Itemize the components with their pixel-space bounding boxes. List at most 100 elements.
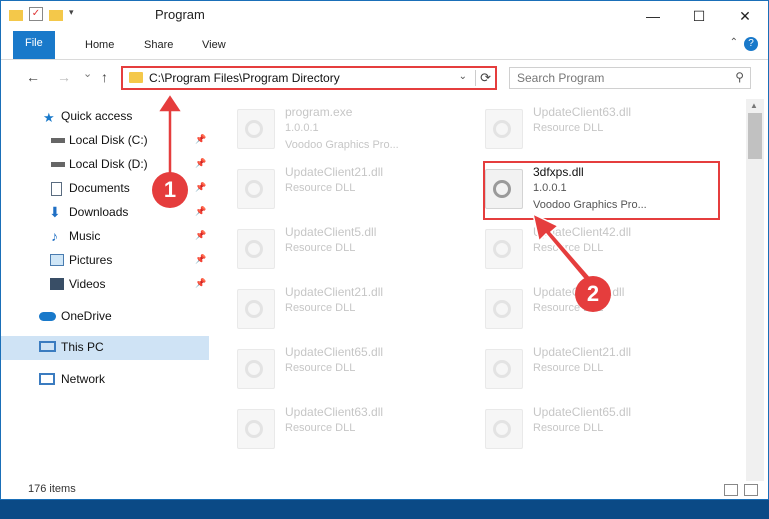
sidebar-item-label: Network [61, 372, 106, 386]
dll-file-icon [237, 409, 275, 449]
exe-file-icon [237, 109, 275, 149]
file-tile[interactable]: UpdateClient21.dll Resource DLL [219, 159, 459, 215]
sidebar-item-local-disk-c[interactable]: Local Disk (C:) 📌 [1, 129, 209, 153]
file-name: UpdateClient21.dll [533, 345, 632, 359]
documents-icon [51, 182, 62, 196]
file-tile[interactable]: UpdateClient21.dll Resource DLL [467, 339, 707, 395]
scroll-thumb[interactable] [748, 113, 762, 159]
tab-file[interactable]: File [13, 31, 55, 59]
pin-icon[interactable]: 📌 [195, 206, 206, 217]
sidebar-item-label: Documents [69, 181, 130, 195]
forward-button[interactable]: → [57, 69, 71, 85]
sidebar-item-videos[interactable]: Videos 📌 [1, 273, 209, 297]
file-type: Resource DLL [533, 422, 604, 434]
recent-locations-button[interactable]: ⌄ [83, 67, 92, 80]
address-bar[interactable]: C:\Program Files\Program Directory ⌄ ⟳ [121, 66, 497, 90]
ribbon: File Home Share View ⌃ ? [1, 31, 768, 60]
sidebar-item-pictures[interactable]: Pictures 📌 [1, 249, 209, 273]
back-button[interactable]: ← [26, 69, 40, 85]
new-folder-icon[interactable] [49, 9, 63, 21]
file-tile[interactable]: UpdateClient65.dll Resource DLL [219, 339, 459, 395]
computer-icon [39, 341, 56, 352]
sidebar-item-label: Quick access [61, 109, 133, 123]
sidebar-item-label: Videos [69, 277, 106, 291]
title-bar: ✓ ▾ Program — ☐ ✕ [1, 1, 768, 31]
sidebar-item-label: Pictures [69, 253, 113, 267]
tab-home[interactable]: Home [75, 35, 124, 55]
tab-share[interactable]: Share [134, 35, 183, 55]
file-tile[interactable]: UpdateClient5.dll Resource DLL [219, 219, 459, 275]
drive-icon [51, 138, 65, 143]
pin-icon[interactable]: 📌 [195, 254, 206, 265]
search-input[interactable]: Search Program ⚲ [509, 67, 751, 89]
up-button[interactable]: ↑ [101, 69, 108, 85]
properties-icon[interactable]: ✓ [29, 7, 43, 21]
search-icon[interactable]: ⚲ [735, 70, 744, 84]
pin-icon[interactable]: 📌 [195, 182, 206, 193]
navigation-pane: ★ Quick access Local Disk (C:) 📌 Local D… [1, 101, 209, 481]
maximize-button[interactable]: ☐ [676, 1, 722, 31]
file-tile[interactable]: UpdateClient65.dll Resource DLL [467, 399, 707, 455]
folder-icon[interactable] [9, 9, 23, 21]
vertical-scrollbar[interactable]: ▲ [746, 99, 764, 481]
sidebar-item-quick-access[interactable]: ★ Quick access [1, 105, 209, 129]
window-title: Program [155, 7, 205, 22]
pin-icon[interactable]: 📌 [195, 230, 206, 241]
file-type: Resource DLL [285, 422, 356, 434]
pin-icon[interactable]: 📌 [195, 134, 206, 145]
status-bar: 176 items [1, 481, 768, 499]
file-tile[interactable]: UpdateClient21.dll Resource DLL [219, 279, 459, 335]
file-name: UpdateClient63.dll [533, 105, 632, 119]
download-icon: ⬇ [49, 204, 61, 220]
close-button[interactable]: ✕ [722, 1, 768, 31]
dll-file-icon [485, 229, 523, 269]
dll-file-icon [485, 109, 523, 149]
expand-ribbon-icon[interactable]: ⌃ [730, 37, 738, 48]
file-publisher: Voodoo Graphics Pro... [285, 139, 399, 151]
sidebar-item-this-pc[interactable]: This PC [1, 336, 209, 360]
file-type: Resource DLL [533, 362, 604, 374]
sidebar-item-label: This PC [61, 340, 104, 354]
window-controls: — ☐ ✕ [630, 1, 768, 31]
pictures-icon [50, 254, 64, 266]
folder-icon [129, 72, 143, 83]
pin-icon[interactable]: 📌 [195, 278, 206, 289]
network-icon [39, 373, 55, 385]
file-tile[interactable]: UpdateClient63.dll Resource DLL [467, 99, 707, 155]
quick-access-toolbar: ✓ ▾ [9, 7, 83, 21]
dll-file-icon [237, 169, 275, 209]
scroll-up-icon[interactable]: ▲ [750, 101, 758, 110]
sidebar-item-label: Music [69, 229, 101, 243]
minimize-button[interactable]: — [630, 1, 676, 31]
file-name: UpdateClient21.dll [285, 285, 384, 299]
highlight-box [483, 161, 720, 220]
file-name: UpdateClient21.dll [285, 165, 384, 179]
details-view-icon[interactable] [724, 484, 738, 496]
callout-1: 1 [152, 172, 188, 208]
address-dropdown-icon[interactable]: ⌄ [459, 71, 467, 82]
large-icons-view-icon[interactable] [744, 484, 758, 496]
file-type: Resource DLL [285, 242, 356, 254]
help-icon[interactable]: ? [744, 37, 758, 51]
tab-view[interactable]: View [192, 35, 236, 55]
dll-file-icon [485, 409, 523, 449]
item-count: 176 items [28, 483, 76, 495]
callout-2: 2 [575, 276, 611, 312]
sidebar-item-label: OneDrive [61, 309, 112, 323]
file-type: Resource DLL [533, 242, 604, 254]
view-switcher [724, 484, 758, 496]
sidebar-item-onedrive[interactable]: OneDrive [1, 305, 209, 329]
file-tile[interactable]: UpdateClient63.dll Resource DLL [219, 399, 459, 455]
sidebar-item-network[interactable]: Network [1, 368, 209, 392]
sidebar-item-music[interactable]: ♪ Music 📌 [1, 225, 209, 249]
explorer-window: ✓ ▾ Program — ☐ ✕ File Home Share View ⌃… [0, 0, 769, 500]
customize-toolbar-icon[interactable]: ▾ [69, 7, 83, 21]
file-tile[interactable]: UpdateClient42.dll Resource DLL [467, 219, 707, 275]
cloud-icon [39, 312, 56, 321]
file-type: Resource DLL [285, 302, 356, 314]
refresh-button[interactable]: ⟳ [475, 70, 491, 86]
address-path[interactable]: C:\Program Files\Program Directory [149, 71, 340, 85]
dll-file-icon [237, 349, 275, 389]
file-tile[interactable]: program.exe 1.0.0.1 Voodoo Graphics Pro.… [219, 99, 459, 155]
pin-icon[interactable]: 📌 [195, 158, 206, 169]
